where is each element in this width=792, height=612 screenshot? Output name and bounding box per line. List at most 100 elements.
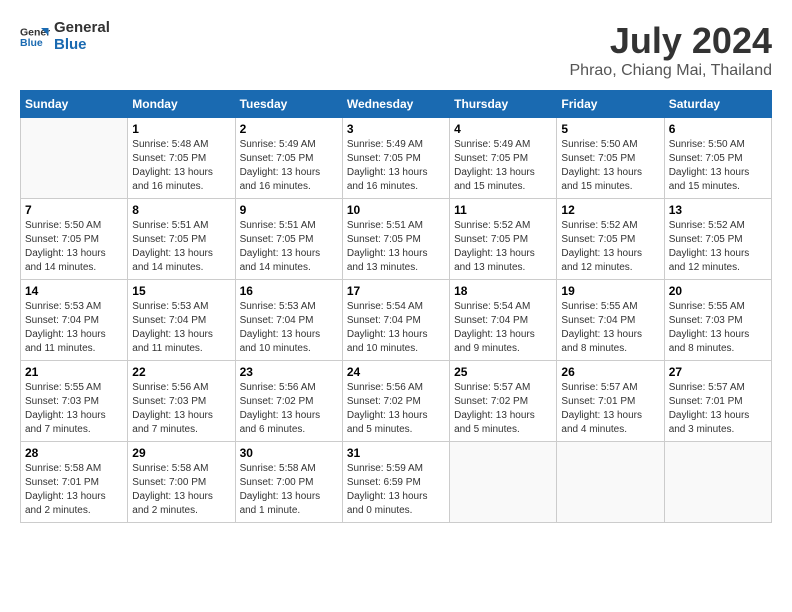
sunset-text: Sunset: 7:05 PM [669, 234, 743, 245]
daylight-text: Daylight: 13 hours and 11 minutes. [132, 329, 213, 354]
sunrise-text: Sunrise: 5:51 AM [132, 220, 208, 231]
daylight-text: Daylight: 13 hours and 3 minutes. [669, 410, 750, 435]
table-row: 9 Sunrise: 5:51 AM Sunset: 7:05 PM Dayli… [235, 199, 342, 280]
cell-info: Sunrise: 5:53 AM Sunset: 7:04 PM Dayligh… [25, 300, 123, 356]
table-row: 20 Sunrise: 5:55 AM Sunset: 7:03 PM Dayl… [664, 280, 771, 361]
table-row [21, 118, 128, 199]
header-wednesday: Wednesday [342, 91, 449, 118]
table-row: 8 Sunrise: 5:51 AM Sunset: 7:05 PM Dayli… [128, 199, 235, 280]
table-row: 17 Sunrise: 5:54 AM Sunset: 7:04 PM Dayl… [342, 280, 449, 361]
daylight-text: Daylight: 13 hours and 5 minutes. [347, 410, 428, 435]
logo-line1: General [54, 20, 110, 37]
sunset-text: Sunset: 7:05 PM [240, 153, 314, 164]
sunrise-text: Sunrise: 5:53 AM [25, 301, 101, 312]
daylight-text: Daylight: 13 hours and 2 minutes. [132, 491, 213, 516]
day-number: 23 [240, 365, 338, 379]
table-row: 23 Sunrise: 5:56 AM Sunset: 7:02 PM Dayl… [235, 361, 342, 442]
calendar-row: 14 Sunrise: 5:53 AM Sunset: 7:04 PM Dayl… [21, 280, 772, 361]
sunrise-text: Sunrise: 5:53 AM [240, 301, 316, 312]
sunset-text: Sunset: 7:03 PM [25, 396, 99, 407]
location-title: Phrao, Chiang Mai, Thailand [570, 62, 773, 80]
day-number: 21 [25, 365, 123, 379]
sunrise-text: Sunrise: 5:56 AM [240, 382, 316, 393]
cell-info: Sunrise: 5:55 AM Sunset: 7:03 PM Dayligh… [25, 381, 123, 437]
sunset-text: Sunset: 7:01 PM [25, 477, 99, 488]
sunset-text: Sunset: 7:04 PM [561, 315, 635, 326]
sunrise-text: Sunrise: 5:49 AM [454, 139, 530, 150]
sunrise-text: Sunrise: 5:49 AM [347, 139, 423, 150]
day-number: 29 [132, 446, 230, 460]
logo-icon: General Blue [20, 22, 50, 52]
table-row: 31 Sunrise: 5:59 AM Sunset: 6:59 PM Dayl… [342, 442, 449, 523]
daylight-text: Daylight: 13 hours and 14 minutes. [240, 248, 321, 273]
cell-info: Sunrise: 5:58 AM Sunset: 7:00 PM Dayligh… [240, 462, 338, 518]
sunset-text: Sunset: 7:05 PM [132, 234, 206, 245]
header-thursday: Thursday [450, 91, 557, 118]
table-row: 18 Sunrise: 5:54 AM Sunset: 7:04 PM Dayl… [450, 280, 557, 361]
header-monday: Monday [128, 91, 235, 118]
day-number: 13 [669, 203, 767, 217]
daylight-text: Daylight: 13 hours and 16 minutes. [347, 167, 428, 192]
sunset-text: Sunset: 7:05 PM [347, 153, 421, 164]
cell-info: Sunrise: 5:57 AM Sunset: 7:02 PM Dayligh… [454, 381, 552, 437]
daylight-text: Daylight: 13 hours and 6 minutes. [240, 410, 321, 435]
sunrise-text: Sunrise: 5:55 AM [669, 301, 745, 312]
day-number: 3 [347, 122, 445, 136]
cell-info: Sunrise: 5:50 AM Sunset: 7:05 PM Dayligh… [669, 138, 767, 194]
sunrise-text: Sunrise: 5:55 AM [561, 301, 637, 312]
cell-info: Sunrise: 5:54 AM Sunset: 7:04 PM Dayligh… [347, 300, 445, 356]
daylight-text: Daylight: 13 hours and 1 minute. [240, 491, 321, 516]
calendar-row: 21 Sunrise: 5:55 AM Sunset: 7:03 PM Dayl… [21, 361, 772, 442]
calendar-table: Sunday Monday Tuesday Wednesday Thursday… [20, 90, 772, 523]
daylight-text: Daylight: 13 hours and 14 minutes. [25, 248, 106, 273]
table-row: 6 Sunrise: 5:50 AM Sunset: 7:05 PM Dayli… [664, 118, 771, 199]
day-number: 8 [132, 203, 230, 217]
sunset-text: Sunset: 7:05 PM [561, 153, 635, 164]
day-number: 9 [240, 203, 338, 217]
daylight-text: Daylight: 13 hours and 8 minutes. [669, 329, 750, 354]
table-row: 1 Sunrise: 5:48 AM Sunset: 7:05 PM Dayli… [128, 118, 235, 199]
sunrise-text: Sunrise: 5:57 AM [669, 382, 745, 393]
daylight-text: Daylight: 13 hours and 7 minutes. [132, 410, 213, 435]
sunrise-text: Sunrise: 5:58 AM [25, 463, 101, 474]
sunrise-text: Sunrise: 5:50 AM [25, 220, 101, 231]
sunrise-text: Sunrise: 5:52 AM [454, 220, 530, 231]
table-row: 10 Sunrise: 5:51 AM Sunset: 7:05 PM Dayl… [342, 199, 449, 280]
daylight-text: Daylight: 13 hours and 12 minutes. [669, 248, 750, 273]
header-sunday: Sunday [21, 91, 128, 118]
cell-info: Sunrise: 5:52 AM Sunset: 7:05 PM Dayligh… [561, 219, 659, 275]
day-number: 16 [240, 284, 338, 298]
sunrise-text: Sunrise: 5:58 AM [132, 463, 208, 474]
sunset-text: Sunset: 7:00 PM [132, 477, 206, 488]
cell-info: Sunrise: 5:51 AM Sunset: 7:05 PM Dayligh… [240, 219, 338, 275]
sunset-text: Sunset: 7:05 PM [240, 234, 314, 245]
sunrise-text: Sunrise: 5:57 AM [561, 382, 637, 393]
calendar-row: 28 Sunrise: 5:58 AM Sunset: 7:01 PM Dayl… [21, 442, 772, 523]
daylight-text: Daylight: 13 hours and 7 minutes. [25, 410, 106, 435]
sunset-text: Sunset: 7:04 PM [454, 315, 528, 326]
sunset-text: Sunset: 7:04 PM [347, 315, 421, 326]
sunrise-text: Sunrise: 5:54 AM [347, 301, 423, 312]
daylight-text: Daylight: 13 hours and 12 minutes. [561, 248, 642, 273]
logo-line2: Blue [54, 37, 110, 54]
sunset-text: Sunset: 7:05 PM [347, 234, 421, 245]
day-number: 4 [454, 122, 552, 136]
sunrise-text: Sunrise: 5:56 AM [347, 382, 423, 393]
day-number: 28 [25, 446, 123, 460]
table-row: 2 Sunrise: 5:49 AM Sunset: 7:05 PM Dayli… [235, 118, 342, 199]
daylight-text: Daylight: 13 hours and 15 minutes. [561, 167, 642, 192]
sunset-text: Sunset: 7:01 PM [669, 396, 743, 407]
table-row: 13 Sunrise: 5:52 AM Sunset: 7:05 PM Dayl… [664, 199, 771, 280]
cell-info: Sunrise: 5:57 AM Sunset: 7:01 PM Dayligh… [669, 381, 767, 437]
sunrise-text: Sunrise: 5:52 AM [561, 220, 637, 231]
cell-info: Sunrise: 5:57 AM Sunset: 7:01 PM Dayligh… [561, 381, 659, 437]
sunrise-text: Sunrise: 5:51 AM [240, 220, 316, 231]
table-row: 12 Sunrise: 5:52 AM Sunset: 7:05 PM Dayl… [557, 199, 664, 280]
table-row [664, 442, 771, 523]
sunset-text: Sunset: 7:04 PM [240, 315, 314, 326]
day-number: 24 [347, 365, 445, 379]
header-tuesday: Tuesday [235, 91, 342, 118]
table-row: 16 Sunrise: 5:53 AM Sunset: 7:04 PM Dayl… [235, 280, 342, 361]
sunrise-text: Sunrise: 5:59 AM [347, 463, 423, 474]
day-number: 2 [240, 122, 338, 136]
